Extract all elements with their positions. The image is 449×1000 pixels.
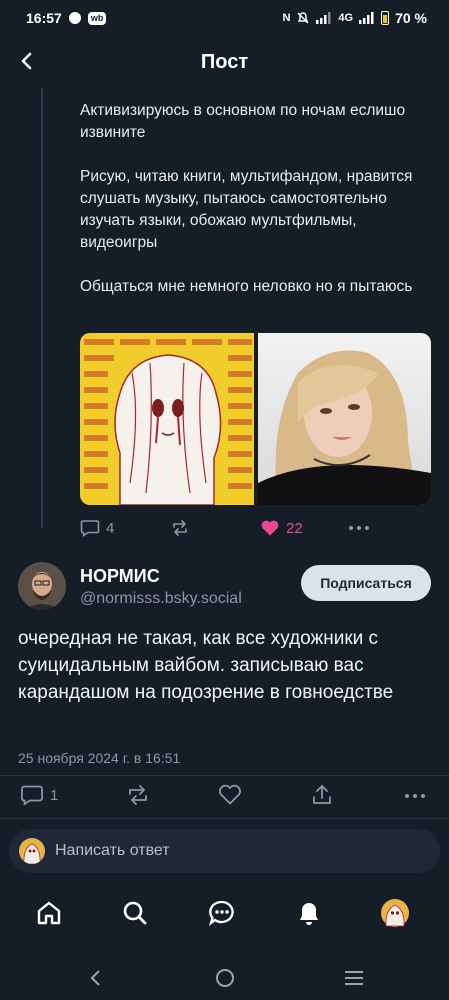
author-avatar-image [18,562,66,610]
bottom-nav [0,890,449,936]
post-date: 25 ноября 2024 г. в 16:51 [18,750,181,766]
parent-more-button[interactable] [348,525,370,531]
post-text: очередная не такая, как все художники с … [18,628,394,703]
repost-icon [173,520,187,536]
nfc-icon: N [282,12,291,24]
parent-paragraph: Общаться мне немного неловко но я пытаюс… [80,278,413,295]
my-avatar [19,838,45,864]
follow-button[interactable]: Подписаться [301,565,431,601]
author-handle[interactable]: @normisss.bsky.social [80,590,242,608]
back-button[interactable] [12,46,42,76]
wb-app-icon: wb [87,11,107,25]
reply-count: 1 [50,786,59,804]
post-actions: 1 [20,784,430,810]
chevron-left-icon [90,970,100,986]
network-type: 4G [338,12,354,24]
parent-reply-button[interactable]: 4 [80,519,114,537]
reply-button[interactable]: 1 [20,784,58,806]
parent-paragraph: Активизируюсь в основном по ночам еслишо… [80,102,406,141]
reply-composer[interactable]: Написать ответ [9,829,440,873]
heart-icon [219,784,241,805]
thread-line [41,88,43,528]
battery-icon [381,11,390,25]
share-icon [313,785,331,804]
menu-lines-icon [345,971,363,985]
reply-placeholder[interactable]: Написать ответ [55,842,170,860]
reply-icon [21,785,43,806]
repost-icon [129,785,147,805]
author-avatar[interactable] [18,562,66,610]
post-image-drawing[interactable] [80,333,254,505]
nav-home[interactable] [32,896,66,930]
like-button[interactable] [218,784,242,806]
home-icon [37,901,61,925]
more-dots-icon [349,526,369,530]
system-nav [0,958,449,996]
nav-notifications[interactable] [292,896,326,930]
profile-avatar [381,899,409,927]
reply-icon [80,520,100,537]
signal-icon [316,12,331,24]
more-button[interactable] [404,793,426,799]
search-icon [123,901,147,925]
post-image-photo[interactable] [258,333,431,505]
author-name[interactable]: НОРМИС [80,566,160,587]
system-home-button[interactable] [211,964,239,992]
divider [0,818,449,819]
chevron-left-icon [21,52,32,70]
my-avatar-image [19,838,45,864]
signal-icon-2 [359,12,374,24]
page-title: Пост [200,50,249,73]
chat-icon [208,900,234,927]
drawing-image [80,333,254,505]
header: Пост [0,36,449,88]
more-dots-icon [405,794,425,798]
system-back-button[interactable] [82,964,110,992]
message-bubble-icon [68,12,81,24]
bell-icon [300,903,318,925]
status-time: 16:57 [26,10,62,26]
muted-bell-icon [297,12,309,24]
divider [0,775,449,776]
status-left: 16:57 wb [26,10,107,26]
heart-filled-icon [261,520,279,536]
parent-reply-count: 4 [106,519,115,537]
parent-repost-button[interactable] [170,519,190,537]
parent-paragraph: Рисую, читаю книги, мультифандом, нравит… [80,168,413,251]
parent-like-count: 22 [286,519,303,537]
parent-like-button[interactable]: 22 [260,519,303,537]
nav-profile[interactable] [378,896,412,930]
parent-post-actions: 4 22 [80,516,420,540]
status-right: N 4G 70 % [282,10,427,26]
system-recents-button[interactable] [340,964,368,992]
share-button[interactable] [310,784,334,806]
repost-button[interactable] [126,784,150,806]
status-bar: 16:57 wb N 4G 70 % [0,0,449,36]
circle-icon [216,969,234,987]
nav-search[interactable] [118,896,152,930]
nav-chat[interactable] [205,896,239,930]
battery-level: 70 % [395,10,427,26]
photo-image [258,333,431,505]
parent-post-text: Активизируюсь в основном по ночам еслишо… [80,100,420,320]
